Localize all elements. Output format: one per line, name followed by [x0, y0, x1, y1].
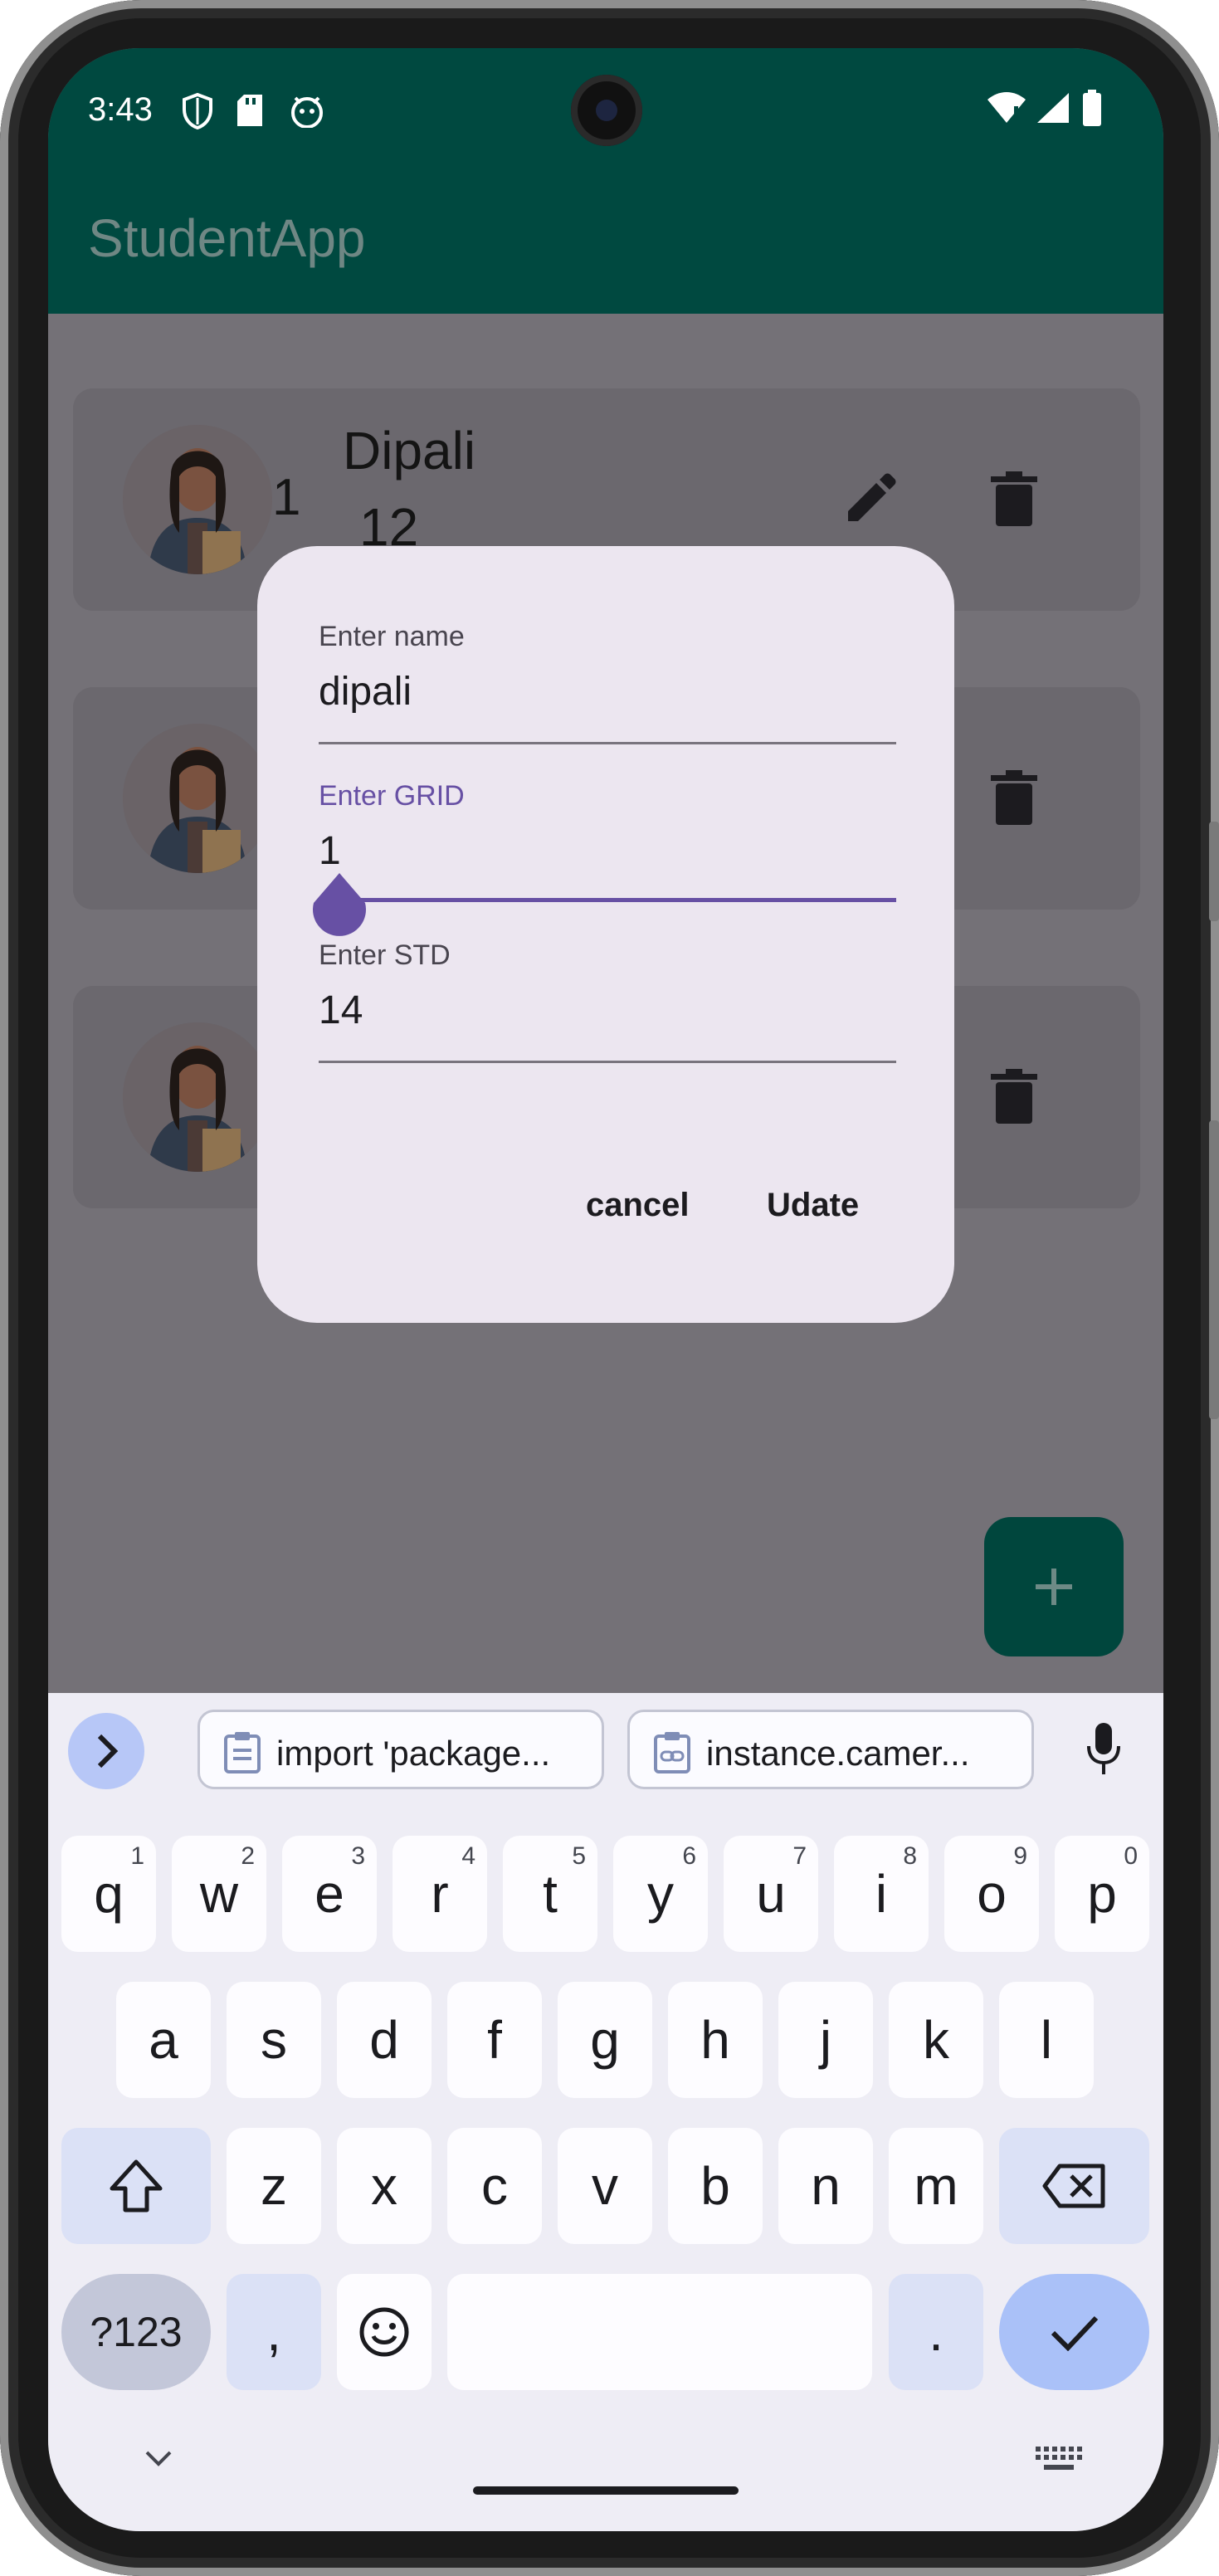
android-debug-icon	[291, 96, 323, 128]
edit-icon[interactable]	[843, 471, 898, 526]
grid-field-underline	[319, 898, 896, 902]
grid-field[interactable]: 1	[319, 828, 341, 874]
checkmark-icon	[1051, 2315, 1098, 2351]
key-w[interactable]: w2	[172, 1836, 266, 1952]
key-t[interactable]: t5	[503, 1836, 597, 1952]
backspace-key[interactable]	[999, 2128, 1149, 2244]
key-b[interactable]: b	[668, 2128, 763, 2244]
edit-student-dialog: Enter name dipali Enter GRID 1 Enter STD…	[257, 546, 954, 1323]
backspace-icon	[1042, 2164, 1104, 2208]
student-avatar	[123, 1022, 272, 1172]
screen: 3:43 StudentApp 1 Dipali 12 Enter name d…	[48, 48, 1163, 2531]
std-field-underline	[319, 1061, 896, 1063]
delete-icon[interactable]	[989, 1069, 1039, 1124]
shield-icon	[183, 93, 212, 129]
app-title: StudentApp	[88, 208, 366, 268]
chevron-right-icon	[97, 1734, 119, 1769]
key-h[interactable]: h	[668, 1982, 763, 2098]
clipboard-link-icon	[654, 1732, 690, 1773]
plus-icon	[1036, 1569, 1072, 1605]
key-u[interactable]: u7	[724, 1836, 818, 1952]
sd-card-icon	[237, 95, 262, 126]
cancel-button[interactable]: cancel	[586, 1187, 690, 1224]
home-indicator[interactable]	[473, 2486, 739, 2495]
key-e[interactable]: e3	[282, 1836, 377, 1952]
student-name: Dipali	[343, 421, 476, 481]
key-r[interactable]: r4	[393, 1836, 487, 1952]
emoji-key[interactable]	[337, 2274, 432, 2390]
key-d[interactable]: d	[337, 1982, 432, 2098]
status-time: 3:43	[88, 91, 153, 128]
keyboard-expand-button[interactable]	[68, 1713, 144, 1789]
key-j[interactable]: j	[778, 1982, 873, 2098]
name-field[interactable]: dipali	[319, 669, 412, 715]
period-key[interactable]: .	[889, 2274, 983, 2390]
key-f[interactable]: f	[447, 1982, 542, 2098]
name-field-label: Enter name	[319, 621, 465, 652]
add-student-button[interactable]	[984, 1517, 1124, 1656]
front-camera	[571, 75, 642, 146]
microphone-icon[interactable]	[1085, 1723, 1122, 1776]
std-field[interactable]: 14	[319, 988, 363, 1033]
key-o[interactable]: o9	[944, 1836, 1039, 1952]
app-bar: StudentApp	[48, 173, 1163, 314]
key-v[interactable]: v	[558, 2128, 652, 2244]
clipboard-icon	[224, 1732, 261, 1773]
spacebar[interactable]	[447, 2274, 872, 2390]
shift-key[interactable]	[61, 2128, 211, 2244]
wifi-icon	[987, 92, 1026, 123]
symbols-key[interactable]: ?123	[61, 2274, 211, 2390]
student-grid: 1	[272, 469, 301, 526]
signal-icon	[1037, 93, 1069, 123]
shift-icon	[110, 2159, 163, 2213]
key-c[interactable]: c	[447, 2128, 542, 2244]
clipboard-suggestion[interactable]: import 'package...	[197, 1710, 604, 1789]
key-m[interactable]: m	[889, 2128, 983, 2244]
enter-key[interactable]	[999, 2274, 1149, 2390]
delete-icon[interactable]	[989, 770, 1039, 825]
key-z[interactable]: z	[227, 2128, 321, 2244]
key-p[interactable]: p0	[1055, 1836, 1149, 1952]
delete-icon[interactable]	[989, 471, 1039, 526]
key-n[interactable]: n	[778, 2128, 873, 2244]
key-l[interactable]: l	[999, 1982, 1094, 2098]
volume-button	[1209, 1120, 1219, 1419]
soft-keyboard: import 'package... instance.camer... q1 …	[48, 1693, 1163, 2531]
update-button[interactable]: Udate	[767, 1187, 859, 1224]
chevron-down-icon[interactable]	[144, 2450, 173, 2468]
battery-icon	[1083, 90, 1101, 126]
student-avatar	[123, 724, 272, 873]
key-g[interactable]: g	[558, 1982, 652, 2098]
status-bar: 3:43	[48, 48, 1163, 173]
key-a[interactable]: a	[116, 1982, 211, 2098]
name-field-underline	[319, 742, 896, 744]
keyboard-icon[interactable]	[1036, 2447, 1082, 2471]
std-field-label: Enter STD	[319, 939, 451, 971]
key-q[interactable]: q1	[61, 1836, 156, 1952]
suggestion-text: instance.camer...	[706, 1734, 970, 1773]
clipboard-suggestion[interactable]: instance.camer...	[627, 1710, 1034, 1789]
key-i[interactable]: i8	[834, 1836, 929, 1952]
key-s[interactable]: s	[227, 1982, 321, 2098]
key-x[interactable]: x	[337, 2128, 432, 2244]
suggestion-text: import 'package...	[276, 1734, 551, 1773]
emoji-icon	[359, 2307, 409, 2357]
comma-key[interactable]: ,	[227, 2274, 321, 2390]
key-y[interactable]: y6	[613, 1836, 708, 1952]
key-k[interactable]: k	[889, 1982, 983, 2098]
grid-field-label: Enter GRID	[319, 780, 465, 812]
text-cursor-handle[interactable]	[312, 873, 367, 941]
student-avatar	[123, 425, 272, 574]
side-button	[1209, 822, 1219, 921]
